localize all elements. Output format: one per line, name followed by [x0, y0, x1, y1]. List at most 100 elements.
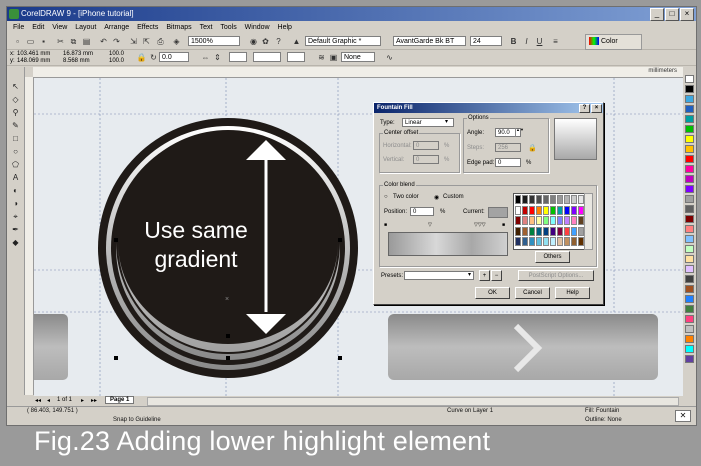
- dialog-color-swatch[interactable]: [557, 226, 563, 236]
- menu-tools[interactable]: Tools: [220, 24, 236, 31]
- edge-pad-field[interactable]: 0: [495, 158, 521, 167]
- transparency-tool-icon[interactable]: ◑: [10, 198, 21, 209]
- dialog-color-swatch[interactable]: [529, 205, 535, 215]
- palette-swatch[interactable]: [685, 105, 694, 113]
- left-button-shape[interactable]: [34, 314, 68, 380]
- marker-start[interactable]: ■: [384, 222, 387, 228]
- menu-effects[interactable]: Effects: [137, 24, 158, 31]
- gradient-preview[interactable]: [554, 118, 597, 160]
- export-icon[interactable]: ⇱: [140, 36, 153, 48]
- palette-swatch[interactable]: [685, 125, 694, 133]
- help-button[interactable]: Help: [555, 287, 590, 299]
- menu-file[interactable]: File: [13, 24, 24, 31]
- palette-swatch[interactable]: [685, 85, 694, 93]
- text-align-icon[interactable]: ▲: [290, 36, 303, 48]
- dialog-color-swatch[interactable]: [515, 216, 521, 225]
- palette-swatch[interactable]: [685, 95, 694, 103]
- selection-handle[interactable]: [338, 238, 342, 242]
- dialog-color-swatch[interactable]: [564, 195, 570, 204]
- palette-swatch[interactable]: [685, 215, 694, 223]
- two-color-radio[interactable]: ○: [384, 194, 388, 200]
- interactive-fill-icon[interactable]: ◐: [10, 185, 21, 196]
- dialog-color-swatch[interactable]: [571, 205, 577, 215]
- dialog-color-swatch[interactable]: [543, 205, 549, 215]
- selection-handle[interactable]: [114, 356, 118, 360]
- lock-icon[interactable]: 🔒: [528, 144, 537, 152]
- open-icon[interactable]: ▭: [24, 36, 37, 48]
- postscript-options-button[interactable]: PostScript Options...: [518, 270, 594, 281]
- dialog-color-swatch[interactable]: [571, 216, 577, 225]
- palette-swatch[interactable]: [685, 335, 694, 343]
- underline-button[interactable]: U: [533, 36, 546, 48]
- gradient-markers[interactable]: ■ ▽ ▽▽▽ ■: [384, 222, 506, 228]
- copy-icon[interactable]: ⧉: [67, 36, 80, 48]
- palette-swatch[interactable]: [685, 275, 694, 283]
- palette-swatch[interactable]: [685, 265, 694, 273]
- dialog-color-swatch[interactable]: [571, 195, 577, 204]
- dialog-color-swatch[interactable]: [529, 237, 535, 246]
- angle-spinner[interactable]: ▲▼: [515, 128, 524, 137]
- menu-view[interactable]: View: [52, 24, 67, 31]
- y-value[interactable]: 148.069 mm: [17, 58, 50, 64]
- dialog-color-swatch[interactable]: [536, 237, 542, 246]
- menu-layout[interactable]: Layout: [75, 24, 96, 31]
- outline-tool-icon[interactable]: ✒: [10, 224, 21, 235]
- dialog-color-swatch[interactable]: [536, 226, 542, 236]
- end-arrow-select[interactable]: [287, 52, 305, 62]
- current-color-swatch[interactable]: [488, 207, 508, 218]
- italic-button[interactable]: I: [520, 36, 533, 48]
- dialog-color-swatch[interactable]: [543, 226, 549, 236]
- dialog-color-swatch[interactable]: [557, 237, 563, 246]
- palette-swatch[interactable]: [685, 225, 694, 233]
- redo-icon[interactable]: ↷: [110, 36, 123, 48]
- prev-page-icon[interactable]: ◂: [47, 397, 50, 404]
- dialog-color-swatch[interactable]: [543, 237, 549, 246]
- dialog-color-swatch[interactable]: [536, 195, 542, 204]
- to-front-icon[interactable]: ▣: [327, 52, 340, 64]
- dialog-color-swatch[interactable]: [550, 205, 556, 215]
- horizontal-scrollbar[interactable]: [147, 397, 679, 406]
- next-page-icon[interactable]: ▸: [81, 397, 84, 404]
- steps-field[interactable]: 256: [495, 143, 521, 152]
- import-icon[interactable]: ⇲: [127, 36, 140, 48]
- dialog-color-swatch[interactable]: [543, 195, 549, 204]
- palette-swatch[interactable]: [685, 245, 694, 253]
- palette-swatch[interactable]: [685, 115, 694, 123]
- position-field[interactable]: 0: [410, 207, 434, 216]
- zoom-select[interactable]: 1500%: [188, 36, 240, 46]
- dialog-color-swatch[interactable]: [557, 195, 563, 204]
- palette-swatch[interactable]: [685, 135, 694, 143]
- align-icon[interactable]: ≡: [549, 36, 562, 48]
- selection-handle[interactable]: [114, 238, 118, 242]
- others-button[interactable]: Others: [535, 251, 570, 263]
- scale-x-value[interactable]: 100.0: [109, 51, 124, 57]
- menu-window[interactable]: Window: [245, 24, 270, 31]
- palette-swatch[interactable]: [685, 255, 694, 263]
- palette-swatch[interactable]: [685, 195, 694, 203]
- dialog-color-swatch[interactable]: [571, 226, 577, 236]
- last-page-icon[interactable]: ▸▸: [91, 397, 97, 404]
- font-select[interactable]: AvantGarde Bk BT: [393, 36, 466, 46]
- swatch-scrollbar[interactable]: [584, 193, 593, 250]
- menu-text[interactable]: Text: [200, 24, 213, 31]
- dialog-color-swatch[interactable]: [550, 237, 556, 246]
- palette-swatch[interactable]: [685, 145, 694, 153]
- dialog-help-button[interactable]: ?: [579, 104, 590, 113]
- minimize-button[interactable]: _: [650, 8, 664, 21]
- first-page-icon[interactable]: ◂◂: [35, 397, 41, 404]
- marker-end[interactable]: ■: [502, 222, 505, 228]
- menu-arrange[interactable]: Arrange: [104, 24, 129, 31]
- menu-edit[interactable]: Edit: [32, 24, 44, 31]
- palette-swatch[interactable]: [685, 75, 694, 83]
- angle-field[interactable]: 0.0: [159, 52, 189, 62]
- dialog-color-swatch[interactable]: [529, 216, 535, 225]
- outline-width-select[interactable]: None: [341, 52, 375, 62]
- selection-handle[interactable]: [226, 356, 230, 360]
- dialog-color-swatch[interactable]: [522, 205, 528, 215]
- palette-swatch[interactable]: [685, 285, 694, 293]
- app-launcher-icon[interactable]: ◈: [170, 36, 183, 48]
- dialog-color-swatch[interactable]: [515, 226, 521, 236]
- ok-button[interactable]: OK: [475, 287, 510, 299]
- dialog-color-swatch[interactable]: [536, 205, 542, 215]
- dialog-color-swatch[interactable]: [557, 205, 563, 215]
